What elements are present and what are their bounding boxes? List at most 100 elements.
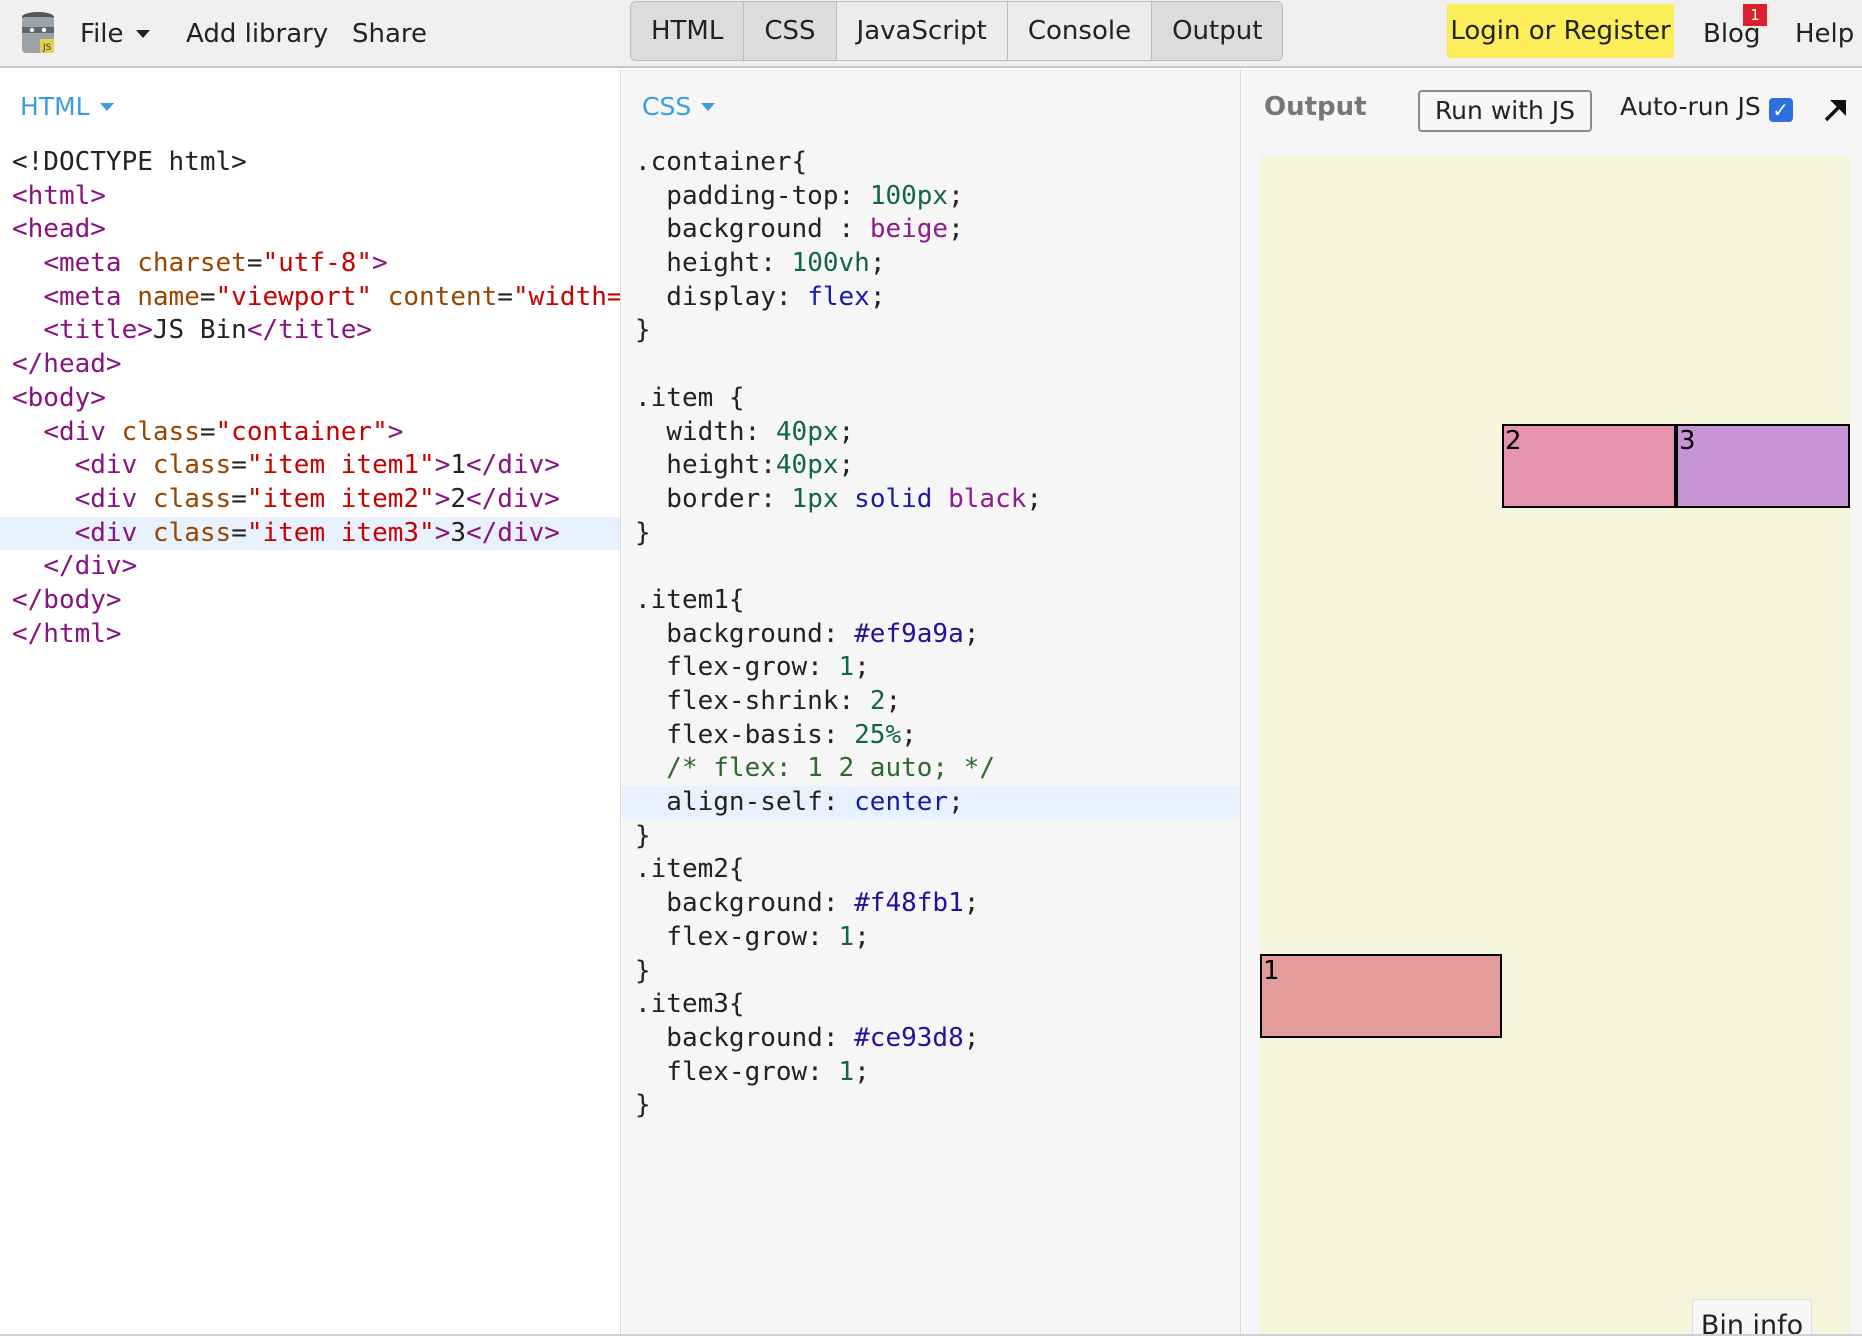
css-code-line[interactable]: } <box>622 955 1240 989</box>
html-code-token: = <box>199 416 216 447</box>
css-code-line[interactable]: .item { <box>622 382 1240 416</box>
css-code-token: ; <box>854 652 870 683</box>
css-code-token: ; <box>838 450 855 481</box>
css-code-token: .item1{ <box>635 584 745 615</box>
tab-console[interactable]: Console <box>1007 2 1153 60</box>
css-code-token: .item3{ <box>635 989 745 1020</box>
css-code-line[interactable]: /* flex: 1 2 auto; */ <box>622 752 1240 786</box>
css-code-line[interactable]: .item3{ <box>622 988 1240 1022</box>
output-pane-label: Output <box>1264 92 1367 122</box>
css-code-line[interactable] <box>622 348 1240 382</box>
css-code-token: ; <box>854 1056 870 1087</box>
popout-arrow-icon[interactable] <box>1820 96 1850 126</box>
jsbin-logo-icon[interactable]: JS <box>18 9 58 57</box>
css-code-line[interactable]: flex-basis: 25%; <box>622 719 1240 753</box>
css-code-line[interactable]: } <box>622 517 1240 551</box>
chevron-down-icon <box>701 103 716 111</box>
bin-info-button[interactable]: Bin info <box>1692 1299 1812 1336</box>
css-code-editor[interactable]: .container{ padding-top: 100px; backgrou… <box>622 146 1240 1123</box>
html-code-token: <html> <box>12 180 106 211</box>
html-code-token: <div <box>74 450 153 481</box>
css-code-line[interactable]: flex-grow: 1; <box>622 651 1240 685</box>
html-code-editor[interactable]: <!DOCTYPE html> <html> <head> <meta charse… <box>0 146 620 651</box>
html-code-line[interactable]: <div class="item item3">3</div> <box>0 516 620 551</box>
html-code-line[interactable]: <div class="item item2">2</div> <box>0 483 620 517</box>
tab-css[interactable]: CSS <box>744 2 837 60</box>
css-code-line[interactable]: flex-grow: 1; <box>622 1056 1240 1090</box>
html-code-token: "viewport" <box>215 281 373 312</box>
share-button[interactable]: Share <box>352 0 427 68</box>
autorun-toggle[interactable]: Auto-run JS ✓ <box>1620 92 1793 122</box>
html-code-line[interactable]: <!DOCTYPE html> <box>0 146 620 180</box>
html-code-token: <div <box>74 483 153 514</box>
tab-javascript[interactable]: JavaScript <box>836 2 1008 60</box>
login-register-button[interactable]: Login or Register <box>1447 4 1674 58</box>
css-code-line[interactable]: width: 40px; <box>622 416 1240 450</box>
html-code-line[interactable]: <title>JS Bin</title> <box>0 314 620 348</box>
css-code-line[interactable]: background: #ce93d8; <box>622 1022 1240 1056</box>
css-code-line[interactable]: padding-top: 100px; <box>622 180 1240 214</box>
css-code-line[interactable]: } <box>622 1089 1240 1123</box>
css-code-line[interactable] <box>622 550 1240 584</box>
html-code-token: </title> <box>246 315 373 346</box>
html-pane-label[interactable]: HTML <box>20 92 114 121</box>
css-code-line[interactable]: .container{ <box>622 146 1240 180</box>
html-code-token: </div> <box>466 517 560 548</box>
add-library-button[interactable]: Add library <box>186 0 328 68</box>
html-code-token: </div> <box>466 450 560 481</box>
css-code-line[interactable]: } <box>622 820 1240 854</box>
html-code-token: class <box>152 450 232 481</box>
css-code-token: solid <box>854 483 933 514</box>
html-code-line[interactable]: </div> <box>0 550 620 584</box>
html-code-line[interactable]: <meta charset="utf-8"> <box>0 247 620 281</box>
html-code-line[interactable]: <div class="container"> <box>0 416 620 450</box>
output-preview[interactable]: 1 2 3 <box>1260 156 1850 1336</box>
html-code-token <box>12 315 43 345</box>
css-code-token: 2 <box>869 686 886 716</box>
css-code-line[interactable]: .item1{ <box>622 584 1240 618</box>
css-code-token: ; <box>854 921 870 952</box>
css-code-line[interactable]: } <box>622 314 1240 348</box>
css-code-token: beige <box>869 214 949 245</box>
css-code-token: 100px <box>869 180 949 211</box>
css-pane-label[interactable]: CSS <box>642 92 716 121</box>
css-code-line[interactable]: display: flex; <box>622 281 1240 315</box>
css-code-token: ; <box>869 281 886 312</box>
html-code-line[interactable]: <head> <box>0 213 620 247</box>
html-code-line[interactable]: <meta name="viewport" content="width=dev… <box>0 281 620 315</box>
css-code-line[interactable]: background: #f48fb1; <box>622 887 1240 921</box>
css-code-token: black <box>948 483 1027 514</box>
css-code-token: 100vh <box>791 248 870 279</box>
file-menu[interactable]: File <box>80 0 150 68</box>
css-code-line[interactable]: .item2{ <box>622 853 1240 887</box>
html-code-line[interactable]: <body> <box>0 382 620 416</box>
html-code-line[interactable]: <div class="item item1">1</div> <box>0 449 620 483</box>
css-code-line[interactable]: background : beige; <box>622 213 1240 247</box>
html-code-token: > <box>434 450 451 481</box>
css-code-line[interactable]: background: #ef9a9a; <box>622 618 1240 652</box>
blog-notification-badge: 1 <box>1743 4 1767 26</box>
css-code-token: ; <box>838 416 855 447</box>
css-code-token: 1 <box>838 652 855 683</box>
html-code-line[interactable]: </head> <box>0 348 620 382</box>
css-code-line[interactable]: height: 100vh; <box>622 247 1240 281</box>
css-code-token: flex-grow: <box>635 1056 839 1087</box>
css-code-line[interactable]: flex-grow: 1; <box>622 921 1240 955</box>
css-code-line[interactable]: border: 1px solid black; <box>622 483 1240 517</box>
css-code-token: ; <box>948 214 964 245</box>
html-code-line[interactable]: </html> <box>0 618 620 652</box>
html-code-line[interactable]: <html> <box>0 180 620 214</box>
autorun-checkbox[interactable]: ✓ <box>1768 98 1793 122</box>
css-code-line[interactable]: align-self: center; <box>622 786 1240 820</box>
tab-output[interactable]: Output <box>1152 2 1283 60</box>
help-link[interactable]: Help <box>1795 0 1854 68</box>
css-code-line[interactable]: height:40px; <box>622 449 1240 483</box>
css-code-line[interactable]: flex-shrink: 2; <box>622 685 1240 719</box>
html-code-line[interactable]: </body> <box>0 584 620 618</box>
html-code-token: charset <box>137 248 247 279</box>
tab-html[interactable]: HTML <box>631 2 745 60</box>
run-with-js-button[interactable]: Run with JS <box>1418 90 1592 132</box>
html-code-token: </head> <box>12 349 122 380</box>
html-code-token <box>12 518 75 548</box>
html-code-token <box>12 551 43 581</box>
